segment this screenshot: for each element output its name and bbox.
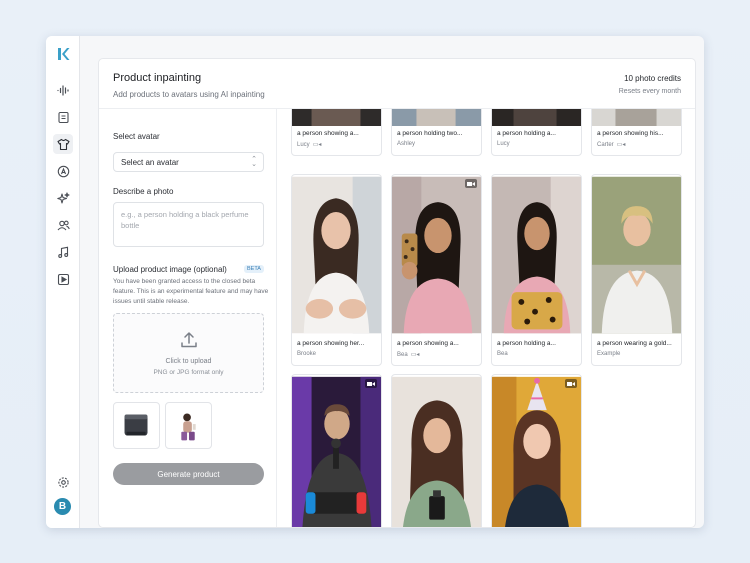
panel-header: Product inpainting Add products to avata…: [99, 59, 695, 109]
card-caption: a person showing her...: [297, 340, 365, 347]
photo-card[interactable]: a person holding a... Bea: [491, 174, 582, 366]
photo-grid: a person showing a... Lucy ▭◂ a person ho…: [277, 109, 695, 527]
dropzone-hint: PNG or JPG format only: [153, 369, 224, 376]
video-badge-icon: [365, 379, 377, 388]
product-form: Select avatar Select an avatar ⌃ ⌄ Descri…: [99, 109, 277, 527]
card-author: Bea ▭◂: [397, 352, 420, 358]
sidebar: B: [46, 36, 80, 528]
gear-icon[interactable]: [53, 472, 73, 492]
logo-k-icon[interactable]: [53, 44, 73, 64]
a-circle-icon[interactable]: [53, 161, 73, 181]
generate-product-button[interactable]: Generate product: [113, 463, 264, 485]
avatar-photo: [392, 376, 481, 527]
card-author: Lucy: [497, 141, 510, 147]
avatar-select[interactable]: Select an avatar ⌃ ⌄: [113, 152, 264, 172]
beta-description: You have been granted access to the clos…: [113, 278, 269, 305]
video-camera-icon: ▭◂: [312, 142, 322, 148]
card-author: Ashley: [397, 141, 416, 147]
photo-card[interactable]: [491, 374, 582, 527]
photo-card[interactable]: a person holding two... Ashley: [391, 109, 482, 156]
photo-card[interactable]: a person holding a... Lucy: [491, 109, 582, 156]
avatar-photo: [492, 376, 581, 527]
photo-card[interactable]: [391, 374, 482, 527]
card-caption: a person holding a...: [497, 340, 556, 347]
photo-card[interactable]: a person showing her... Brooke: [291, 174, 382, 366]
avatar-photo: [292, 376, 381, 527]
video-badge-icon: [465, 179, 477, 188]
photo-card[interactable]: a person showing a... Bea ▭◂: [391, 174, 482, 366]
page-title: Product inpainting: [113, 72, 202, 84]
card-author: Carter ▭◂: [597, 142, 626, 148]
page-subtitle: Add products to avatars using AI inpaint…: [113, 90, 265, 99]
upload-icon: [181, 332, 197, 348]
avatar-photo: [592, 109, 681, 126]
photo-card[interactable]: a person showing his... Carter ▭◂: [591, 109, 682, 156]
play-square-icon[interactable]: [53, 269, 73, 289]
card-caption: a person wearing a gold...: [597, 340, 672, 347]
dropzone-text: Click to upload: [165, 358, 212, 365]
card-author: Bea: [497, 351, 508, 357]
inpainting-panel: Product inpainting Add products to avata…: [98, 58, 696, 528]
sparkles-icon[interactable]: [53, 188, 73, 208]
describe-photo-label: Describe a photo: [113, 187, 174, 196]
photo-card[interactable]: a person wearing a gold... Example: [591, 174, 682, 366]
music-note-icon[interactable]: [53, 242, 73, 262]
product-thumbnail[interactable]: [165, 402, 212, 449]
avatar-photo: [492, 109, 581, 126]
photo-card[interactable]: [291, 374, 382, 527]
users-icon[interactable]: [53, 215, 73, 235]
avatar-photo: [292, 109, 381, 126]
avatar-select-value: Select an avatar: [121, 158, 179, 167]
video-camera-icon: ▭◂: [616, 142, 626, 148]
video-camera-icon: ▭◂: [410, 352, 420, 358]
avatar-photo: [492, 176, 581, 334]
avatar-photo: [392, 109, 481, 126]
photo-card[interactable]: a person showing a... Lucy ▭◂: [291, 109, 382, 156]
describe-photo-input[interactable]: e.g., a person holding a black perfume b…: [113, 202, 264, 247]
product-thumbnail[interactable]: [113, 402, 160, 449]
card-caption: a person showing a...: [297, 130, 359, 137]
card-author: Example: [597, 351, 621, 357]
avatar-photo: [592, 176, 681, 334]
credits-count: 10 photo credits: [624, 74, 681, 83]
select-avatar-label: Select avatar: [113, 132, 160, 141]
avatar-photo: [292, 176, 381, 334]
describe-photo-placeholder: e.g., a person holding a black perfume b…: [121, 210, 249, 230]
card-caption: a person showing a...: [397, 340, 459, 347]
upload-dropzone[interactable]: Click to upload PNG or JPG format only: [113, 313, 264, 393]
card-caption: a person holding a...: [497, 130, 556, 137]
user-avatar[interactable]: B: [54, 498, 71, 515]
card-caption: a person showing his...: [597, 130, 664, 137]
avatar-photo: [392, 176, 481, 334]
app-window: B Product inpainting Add products to ava…: [46, 36, 704, 528]
upload-product-label: Upload product image (optional): [113, 265, 227, 274]
video-badge-icon: [565, 379, 577, 388]
select-chevron-icon: ⌃ ⌄: [251, 156, 257, 168]
credits-reset-note: Resets every month: [618, 88, 681, 95]
document-icon[interactable]: [53, 107, 73, 127]
card-author: Brooke: [297, 351, 317, 357]
waveform-icon[interactable]: [53, 80, 73, 100]
tshirt-icon[interactable]: [53, 134, 73, 154]
card-author: Lucy ▭◂: [297, 142, 322, 148]
card-caption: a person holding two...: [397, 130, 463, 137]
beta-badge: BETA: [244, 265, 264, 273]
